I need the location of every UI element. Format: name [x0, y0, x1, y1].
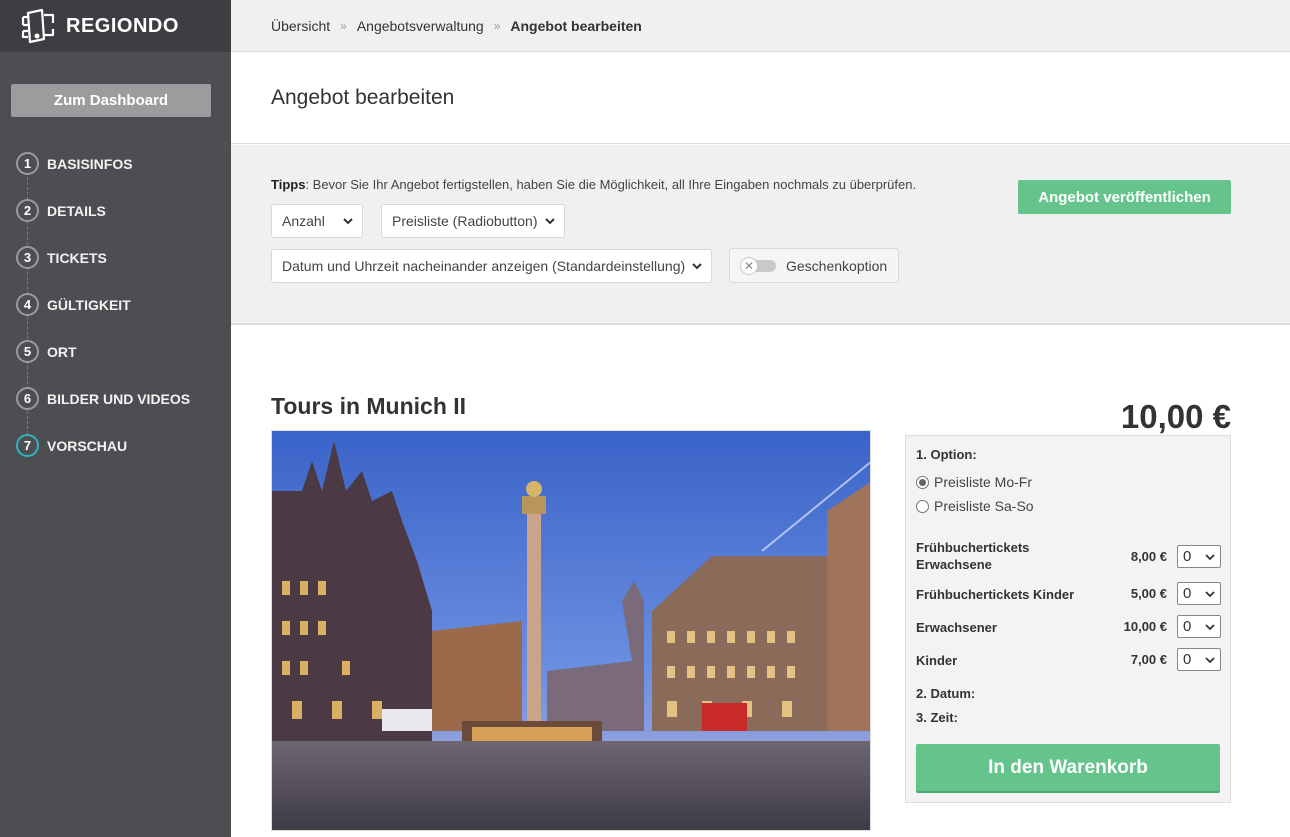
chevron-down-icon	[343, 218, 353, 225]
breadcrumb-overview-link[interactable]: Übersicht	[271, 18, 330, 34]
tips-panel: Tipps: Bevor Sie Ihr Angebot fertigstell…	[231, 145, 1290, 325]
step-number: 5	[16, 340, 39, 363]
step-navigation: 1 BASISINFOS 2 DETAILS 3 TICKETS 4 GÜLTI…	[0, 140, 231, 469]
ticket-row: Frühbuchertickets Kinder 5,00 € 0	[916, 582, 1221, 612]
pricelist-select-value: Preisliste (Radiobutton)	[392, 213, 538, 229]
breadcrumb-separator: »	[493, 18, 501, 33]
ticket-name: Erwachsener	[916, 620, 997, 635]
tips-label: Tipps	[271, 177, 306, 192]
step-label: BASISINFOS	[47, 155, 133, 172]
booking-panel: 1. Option: Preisliste Mo-Fr Preisliste S…	[905, 435, 1231, 803]
ticket-quantity-value: 0	[1183, 618, 1192, 635]
chevron-down-icon	[1205, 624, 1215, 631]
ticket-price: 8,00 €	[1130, 549, 1167, 564]
step-number: 3	[16, 246, 39, 269]
ticket-price: 5,00 €	[1130, 586, 1167, 601]
ticket-quantity-select[interactable]: 0	[1177, 582, 1221, 605]
chevron-down-icon	[1205, 591, 1215, 598]
breadcrumb: Übersicht » Angebotsverwaltung » Angebot…	[231, 0, 1290, 52]
regiondo-logo-icon	[21, 8, 55, 44]
sidebar: REGIONDO Zum Dashboard 1 BASISINFOS 2 DE…	[0, 0, 231, 837]
step-number: 1	[16, 152, 39, 175]
ticket-row: Erwachsener 10,00 € 0	[916, 615, 1221, 645]
time-label: 3. Zeit:	[916, 710, 958, 725]
step-bilder-und-videos[interactable]: 6 BILDER UND VIDEOS	[0, 375, 231, 422]
publish-offer-button[interactable]: Angebot veröffentlichen	[1018, 180, 1231, 214]
step-number: 7	[16, 434, 39, 457]
brand-name: REGIONDO	[66, 14, 179, 37]
ticket-name: Kinder	[916, 653, 958, 668]
step-label: TICKETS	[47, 249, 107, 266]
step-tickets[interactable]: 3 TICKETS	[0, 234, 231, 281]
chevron-down-icon	[692, 263, 702, 270]
gift-option-toggle[interactable]: ✕ Geschenkoption	[729, 248, 899, 283]
pricelist-sa-so-radio[interactable]: Preisliste Sa-So	[916, 498, 1034, 514]
ticket-name: Frühbuchertickets Kinder	[916, 587, 1075, 602]
step-ort[interactable]: 5 ORT	[0, 328, 231, 375]
radio-unchecked-icon[interactable]	[916, 499, 929, 513]
add-to-cart-button[interactable]: In den Warenkorb	[916, 744, 1220, 791]
ticket-quantity-value: 0	[1183, 585, 1192, 602]
tour-price: 10,00 €	[1120, 398, 1231, 435]
munich-marienplatz-image	[272, 431, 870, 830]
pricelist-select[interactable]: Preisliste (Radiobutton)	[381, 204, 565, 238]
radio-label: Preisliste Mo-Fr	[934, 474, 1033, 490]
tips-text: Tipps: Bevor Sie Ihr Angebot fertigstell…	[271, 177, 916, 192]
datetime-display-select[interactable]: Datum und Uhrzeit nacheinander anzeigen …	[271, 249, 712, 283]
step-number: 6	[16, 387, 39, 410]
datetime-display-select-value: Datum und Uhrzeit nacheinander anzeigen …	[282, 258, 686, 274]
gift-option-label: Geschenkoption	[786, 257, 888, 274]
ticket-quantity-select[interactable]: 0	[1177, 648, 1221, 671]
ticket-quantity-select[interactable]: 0	[1177, 615, 1221, 638]
step-label: VORSCHAU	[47, 437, 128, 454]
tour-title: Tours in Munich II	[271, 393, 467, 419]
chevron-down-icon	[545, 218, 555, 225]
step-label: BILDER UND VIDEOS	[47, 390, 191, 407]
radio-checked-icon[interactable]	[916, 475, 929, 489]
ticket-quantity-value: 0	[1183, 651, 1192, 668]
quantity-select[interactable]: Anzahl	[271, 204, 363, 238]
tour-image	[271, 430, 871, 831]
ticket-price: 10,00 €	[1123, 619, 1167, 634]
ticket-row: Kinder 7,00 € 0	[916, 648, 1221, 678]
page-title: Angebot bearbeiten	[271, 85, 455, 109]
brand-header: REGIONDO	[0, 0, 231, 52]
ticket-row: Frühbuchertickets Erwachsene 8,00 € 0	[916, 539, 1221, 575]
step-label: GÜLTIGKEIT	[47, 296, 131, 313]
step-gueltigkeit[interactable]: 4 GÜLTIGKEIT	[0, 281, 231, 328]
dashboard-button[interactable]: Zum Dashboard	[11, 84, 211, 117]
breadcrumb-offer-management-link[interactable]: Angebotsverwaltung	[357, 18, 484, 34]
step-details[interactable]: 2 DETAILS	[0, 187, 231, 234]
ticket-quantity-select[interactable]: 0	[1177, 545, 1221, 568]
pricelist-mo-fr-radio[interactable]: Preisliste Mo-Fr	[916, 474, 1032, 490]
tips-body: : Bevor Sie Ihr Angebot fertigstellen, h…	[305, 177, 917, 192]
step-label: DETAILS	[47, 202, 106, 219]
ticket-price: 7,00 €	[1130, 652, 1167, 667]
step-number: 2	[16, 199, 39, 222]
step-label: ORT	[47, 343, 77, 360]
step-number: 4	[16, 293, 39, 316]
close-icon: ✕	[740, 257, 758, 275]
page-title-bar: Angebot bearbeiten	[231, 52, 1290, 144]
step-vorschau[interactable]: 7 VORSCHAU	[0, 422, 231, 469]
gift-option-switch[interactable]: ✕	[740, 257, 777, 275]
quantity-select-value: Anzahl	[282, 213, 325, 229]
breadcrumb-separator: »	[340, 18, 347, 33]
radio-label: Preisliste Sa-So	[934, 498, 1034, 514]
step-basisinfos[interactable]: 1 BASISINFOS	[0, 140, 231, 187]
ticket-quantity-value: 0	[1183, 548, 1192, 565]
breadcrumb-current: Angebot bearbeiten	[510, 17, 642, 34]
date-label: 2. Datum:	[916, 686, 976, 701]
chevron-down-icon	[1205, 554, 1215, 561]
chevron-down-icon	[1205, 657, 1215, 664]
option-label: 1. Option:	[916, 447, 977, 462]
ticket-name: Frühbuchertickets Erwachsene	[916, 540, 1030, 572]
main-content: Übersicht » Angebotsverwaltung » Angebot…	[231, 0, 1290, 837]
